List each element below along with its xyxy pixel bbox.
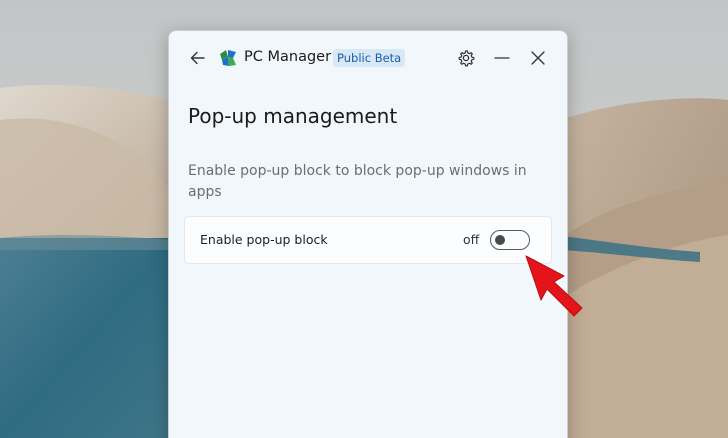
- minimize-icon: [494, 57, 510, 59]
- close-button[interactable]: [527, 47, 549, 69]
- minimize-button[interactable]: [491, 47, 513, 69]
- desktop: PC Manager Public Beta Pop-up management: [0, 0, 728, 438]
- toggle-knob: [495, 235, 505, 245]
- title-bar: PC Manager Public Beta: [169, 31, 567, 85]
- popup-block-setting-card: Enable pop-up block off: [184, 216, 552, 264]
- popup-block-toggle[interactable]: [490, 230, 530, 250]
- page-description: Enable pop-up block to block pop-up wind…: [188, 163, 527, 200]
- setting-label: Enable pop-up block: [200, 232, 328, 247]
- page-title: Pop-up management: [188, 104, 398, 128]
- toggle-state-label: off: [463, 232, 480, 247]
- red-arrow-icon: [525, 255, 583, 317]
- back-arrow-icon: [190, 51, 205, 65]
- app-title: PC Manager: [244, 49, 332, 65]
- close-icon: [531, 51, 545, 65]
- settings-button[interactable]: [455, 47, 477, 69]
- gear-icon: [458, 50, 475, 67]
- back-button[interactable]: [187, 47, 209, 69]
- pc-manager-window: PC Manager Public Beta Pop-up management: [168, 30, 568, 438]
- pc-manager-logo-icon: [219, 49, 237, 67]
- public-beta-badge: Public Beta: [333, 49, 406, 67]
